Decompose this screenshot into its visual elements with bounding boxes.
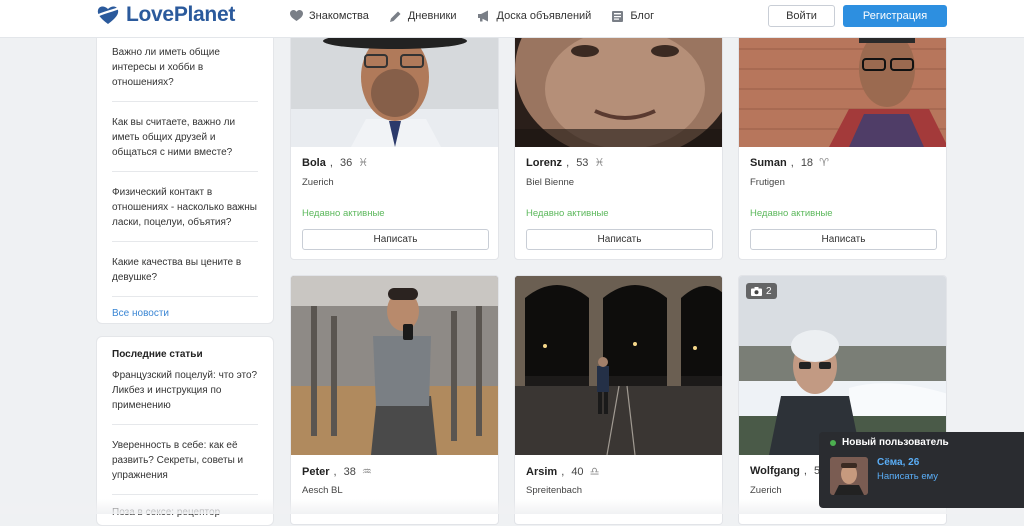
article-link[interactable]: Французский поцелуй: что это? Ликбез и и… (97, 368, 273, 413)
profile-photo[interactable]: 2 (739, 276, 946, 455)
sidebar-questions: Важно ли иметь общие интересы и хобби в … (96, 30, 274, 324)
profile-age: 40 (571, 465, 584, 478)
online-indicator (830, 440, 836, 446)
profile-name-line[interactable]: Bola, 36 ♓ (302, 156, 369, 170)
profile-city: Zuerich (302, 177, 334, 188)
profile-age: 53 (576, 156, 589, 169)
top-header: LovePlanet Знакомства Дневники Доска объ… (0, 0, 1024, 38)
pisces-icon: ♓ (594, 157, 605, 169)
nav-dating[interactable]: Знакомства (290, 10, 369, 22)
profile-card[interactable]: Peter, 38 ♒ Aesch BL (290, 275, 499, 525)
activity-status: Недавно активные (302, 208, 385, 219)
write-him-link[interactable]: Написать ему (877, 471, 938, 482)
logo-text: LovePlanet (126, 3, 236, 26)
articles-title: Последние статьи (112, 349, 203, 360)
logo[interactable]: LovePlanet (96, 3, 235, 27)
photo-image (515, 29, 722, 147)
notification-user-name[interactable]: Сёма, 26 (877, 457, 919, 468)
write-message-button[interactable]: Написать (302, 229, 489, 250)
aries-icon: ♈ (819, 157, 829, 169)
new-user-notification[interactable]: Новый пользователь Сёма, 26 Написать ему (819, 432, 1024, 508)
profile-name: Bola (302, 156, 326, 169)
nav-board[interactable]: Доска объявлений (477, 10, 592, 22)
register-button[interactable]: Регистрация (843, 5, 947, 27)
heart-planet-icon (96, 6, 120, 24)
profile-photo[interactable] (515, 29, 722, 147)
profile-photo[interactable] (291, 29, 498, 147)
profile-name: Lorenz (526, 156, 563, 169)
aquarius-icon: ♒ (361, 466, 372, 478)
activity-status: Недавно активные (750, 208, 833, 219)
profile-city: Aesch BL (302, 485, 343, 496)
nav-board-label: Доска объявлений (496, 10, 592, 22)
heart-icon (290, 10, 303, 21)
sidebar-question-link[interactable]: Какие качества вы цените в девушке? (97, 255, 273, 285)
profile-name: Peter (302, 465, 330, 478)
sidebar-question-link[interactable]: Как вы считаете, важно ли иметь общих др… (97, 115, 273, 160)
notification-title: Новый пользователь (842, 437, 949, 448)
profile-name-line[interactable]: Lorenz, 53 ♓ (526, 156, 605, 170)
all-news-link[interactable]: Все новости (97, 308, 273, 319)
write-message-button[interactable]: Написать (526, 229, 713, 250)
profile-name-line[interactable]: Arsim, 40 ♎ (526, 465, 600, 479)
pencil-icon (389, 11, 401, 22)
nav-dating-label: Знакомства (309, 10, 369, 22)
photo-count-badge[interactable]: 2 (746, 283, 777, 299)
nav-diaries[interactable]: Дневники (389, 10, 457, 23)
libra-icon: ♎ (589, 466, 600, 478)
photo-image (739, 29, 946, 147)
camera-icon (751, 286, 762, 296)
profile-age: 36 (339, 156, 353, 169)
newspaper-icon (612, 10, 624, 22)
profile-city: Spreitenbach (526, 485, 582, 496)
profile-city: Zuerich (750, 485, 782, 496)
profile-photo[interactable] (291, 276, 498, 455)
photo-image (739, 276, 946, 455)
avatar[interactable] (830, 457, 868, 495)
profile-name: Suman (750, 156, 787, 169)
pisces-icon: ♓ (358, 157, 369, 169)
login-button[interactable]: Войти (768, 5, 835, 27)
profile-photo[interactable] (515, 276, 722, 455)
nav-blog-label: Блог (630, 10, 655, 22)
write-message-button[interactable]: Написать (750, 229, 937, 250)
photo-image (291, 276, 498, 455)
profile-photo[interactable] (739, 29, 946, 147)
profile-age: 38 (343, 465, 356, 478)
nav-blog[interactable]: Блог (611, 10, 654, 23)
profile-city: Frutigen (750, 177, 785, 188)
main-nav: Знакомства Дневники Доска объявлений Бло… (290, 0, 654, 32)
profile-name-line[interactable]: Suman, 18 ♈ (750, 156, 829, 170)
avatar-image (830, 457, 868, 495)
profile-card[interactable]: Suman, 18 ♈ Frutigen Недавно активные На… (738, 28, 947, 260)
sidebar-question-link[interactable]: Физический контакт в отношениях - наскол… (97, 185, 273, 230)
photo-image (291, 29, 498, 147)
profile-name-line[interactable]: Peter, 38 ♒ (302, 465, 372, 479)
photo-count: 2 (766, 285, 772, 297)
profile-age: 18 (800, 156, 814, 169)
megaphone-icon (477, 10, 488, 22)
profile-name: Wolfgang (750, 465, 800, 477)
profile-card[interactable]: Lorenz, 53 ♓ Biel Bienne Недавно активны… (514, 28, 723, 260)
profile-city: Biel Bienne (526, 177, 575, 188)
profile-card[interactable]: Arsim, 40 ♎ Spreitenbach (514, 275, 723, 525)
profile-card[interactable]: Bola, 36 ♓ Zuerich Недавно активные Напи… (290, 28, 499, 260)
activity-status: Недавно активные (526, 208, 609, 219)
profile-name: Arsim (526, 465, 558, 478)
nav-diaries-label: Дневники (407, 10, 457, 22)
sidebar-articles: Последние статьи Французский поцелуй: чт… (96, 336, 274, 526)
profile-name-line[interactable]: Wolfgang, 57 (750, 465, 826, 477)
article-link[interactable]: Уверенность в себе: как её развить? Секр… (97, 438, 273, 483)
sidebar-question-link[interactable]: Важно ли иметь общие интересы и хобби в … (97, 45, 273, 90)
photo-image (515, 276, 722, 455)
